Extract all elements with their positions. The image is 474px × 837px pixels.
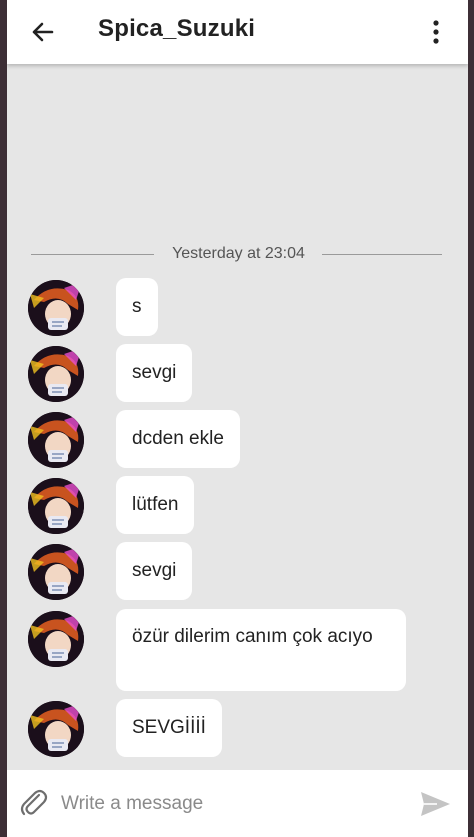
app-bar: Spica_Suzuki (7, 0, 468, 64)
message-text: lütfen (132, 494, 179, 515)
avatar-anime-icon (28, 611, 84, 667)
arrow-left-icon (32, 22, 54, 42)
message-bubble[interactable]: dcden ekle (116, 410, 240, 468)
message-input[interactable] (61, 788, 401, 820)
avatar-anime-icon (28, 544, 84, 600)
send-button[interactable] (417, 786, 453, 822)
date-divider: Yesterday at 23:04 (31, 244, 442, 264)
message-text: s (132, 296, 142, 317)
avatar[interactable] (28, 701, 84, 757)
message-row: s (7, 278, 468, 338)
avatar-anime-icon (28, 701, 84, 757)
message-row: dcden ekle (7, 410, 468, 470)
more-vertical-icon (433, 20, 439, 44)
message-row: lütfen (7, 476, 468, 536)
divider-line (322, 254, 442, 255)
message-row: sevgi (7, 542, 468, 602)
message-row: özür dilerim canım çok acıyo (7, 609, 468, 693)
attach-button[interactable] (17, 786, 51, 820)
message-row: sevgi (7, 344, 468, 404)
avatar[interactable] (28, 478, 84, 534)
avatar-anime-icon (28, 280, 84, 336)
overflow-menu-button[interactable] (421, 14, 451, 50)
message-list[interactable]: Yesterday at 23:04 s sevgi dcden ekle lü… (7, 64, 468, 770)
message-bubble[interactable]: sevgi (116, 542, 193, 600)
message-text: sevgi (132, 362, 177, 383)
message-bubble[interactable]: s (116, 278, 158, 336)
message-bubble[interactable]: özür dilerim canım çok acıyo (116, 609, 406, 691)
avatar[interactable] (28, 611, 84, 667)
message-bubble[interactable]: lütfen (116, 476, 195, 534)
message-text: sevgi (132, 560, 177, 581)
message-bubble[interactable]: SEVGİİİİ (116, 699, 222, 757)
date-label: Yesterday at 23:04 (172, 245, 305, 262)
send-icon (421, 792, 450, 816)
message-text: SEVGİİİİ (132, 717, 206, 738)
avatar[interactable] (28, 412, 84, 468)
back-button[interactable] (25, 14, 61, 50)
avatar[interactable] (28, 280, 84, 336)
avatar[interactable] (28, 544, 84, 600)
avatar-anime-icon (28, 412, 84, 468)
message-text: özür dilerim canım çok acıyo (132, 626, 373, 647)
composer-bar (7, 770, 468, 837)
conversation-title: Spica_Suzuki (98, 15, 256, 42)
divider-line (31, 254, 154, 255)
chat-screen: Spica_Suzuki Yesterday at 23:04 s sevgi … (7, 0, 468, 837)
message-text: dcden ekle (132, 428, 224, 449)
avatar-anime-icon (28, 346, 84, 402)
message-bubble[interactable]: sevgi (116, 344, 193, 402)
paperclip-icon (20, 789, 48, 816)
avatar[interactable] (28, 346, 84, 402)
avatar-anime-icon (28, 478, 84, 534)
message-row: SEVGİİİİ (7, 699, 468, 759)
